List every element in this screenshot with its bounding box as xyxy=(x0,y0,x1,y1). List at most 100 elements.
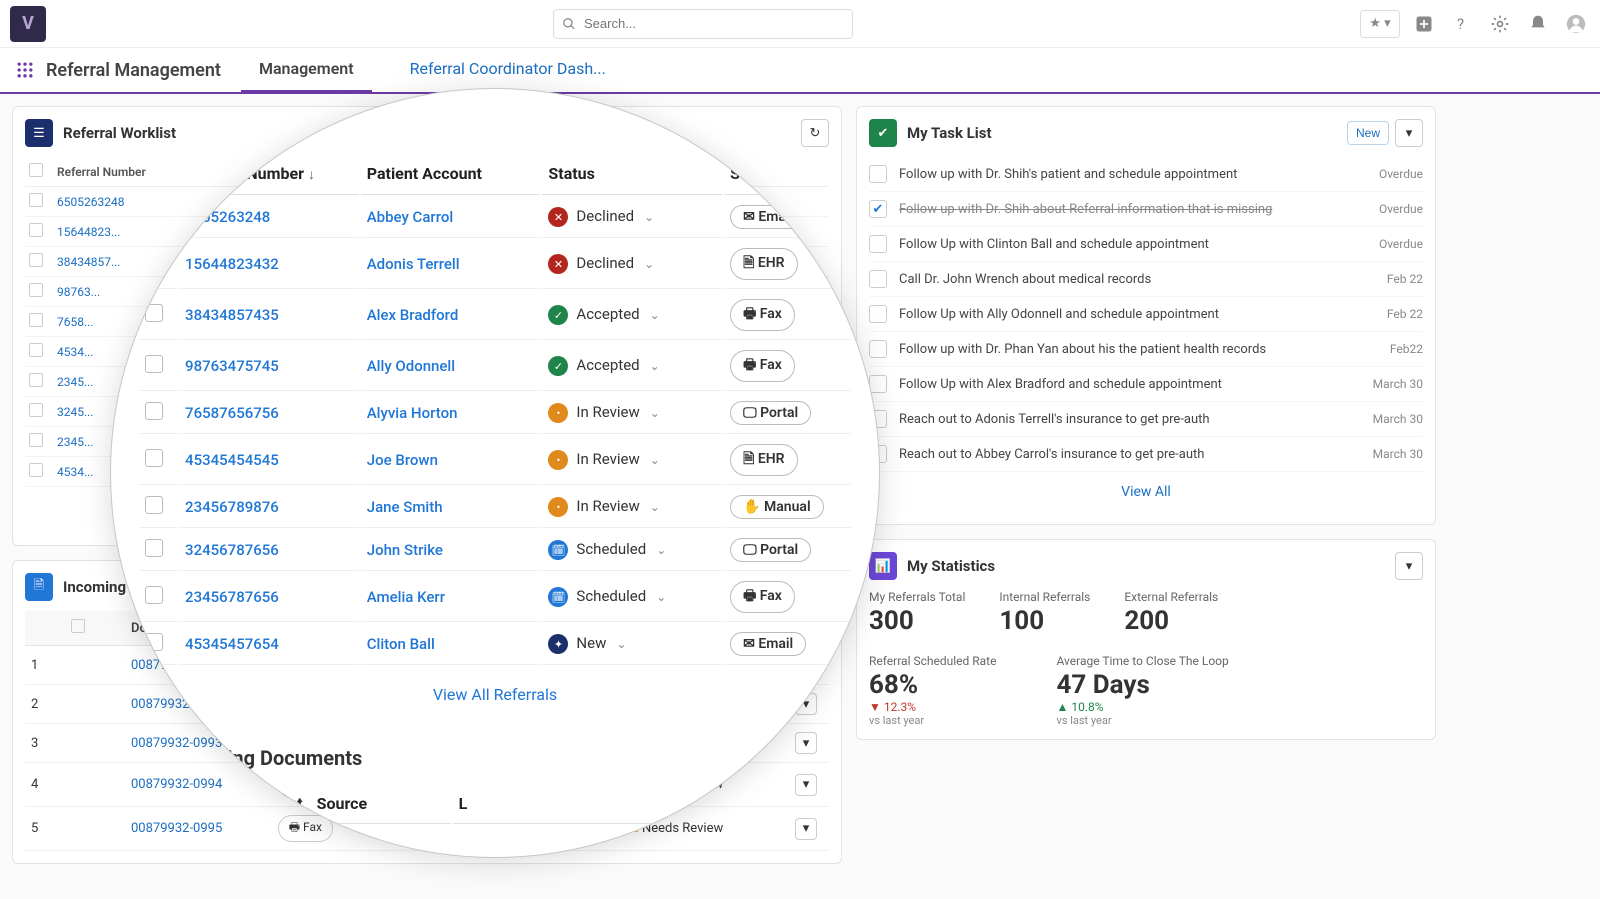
bell-icon[interactable] xyxy=(1524,10,1552,38)
status-caret-icon[interactable]: ⌄ xyxy=(644,257,654,271)
row-checkbox[interactable] xyxy=(29,223,43,237)
zoom-patient-link[interactable]: Alyvia Horton xyxy=(361,393,541,434)
zoom-referral-number[interactable]: 45345454545 xyxy=(179,436,359,485)
zoom-patient-link[interactable]: Joe Brown xyxy=(361,436,541,485)
zoom-patient-link[interactable]: Cliton Ball xyxy=(361,624,541,665)
row-checkbox[interactable] xyxy=(29,433,43,447)
zoom-row-checkbox[interactable] xyxy=(145,586,163,604)
zoom-row-checkbox[interactable] xyxy=(145,355,163,373)
status-caret-icon[interactable]: ⌄ xyxy=(644,210,654,224)
task-row[interactable]: Reach out to Abbey Carrol's insurance to… xyxy=(869,437,1423,472)
task-text: Reach out to Abbey Carrol's insurance to… xyxy=(899,447,1373,462)
nav-row: Referral Management Management Referral … xyxy=(0,48,1600,94)
task-row[interactable]: Follow Up with Clinton Ball and schedule… xyxy=(869,227,1423,262)
zoom-patient-link[interactable]: Alex Bradford xyxy=(361,291,541,340)
tab-management[interactable]: Management xyxy=(241,47,372,93)
zoom-patient-link[interactable]: Abbey Carrol xyxy=(361,197,541,238)
zoom-patient-link[interactable]: Amelia Kerr xyxy=(361,573,541,622)
help-icon[interactable]: ? xyxy=(1448,10,1476,38)
tasklist-menu[interactable]: ▾ xyxy=(1395,119,1423,147)
zoom-row-checkbox[interactable] xyxy=(145,539,163,557)
row-checkbox[interactable] xyxy=(29,283,43,297)
status-caret-icon[interactable]: ⌄ xyxy=(656,543,666,557)
status-caret-icon[interactable]: ⌄ xyxy=(616,637,626,651)
task-row[interactable]: Follow Up with Ally Odonnell and schedul… xyxy=(869,297,1423,332)
zoom-row-checkbox[interactable] xyxy=(145,253,163,271)
zoom-patient-link[interactable]: Jane Smith xyxy=(361,487,541,528)
task-due: Feb 22 xyxy=(1387,307,1423,321)
status-caret-icon[interactable]: ⌄ xyxy=(650,453,660,467)
app-name: Referral Management xyxy=(46,60,221,81)
task-row[interactable]: Call Dr. John Wrench about medical recor… xyxy=(869,262,1423,297)
row-checkbox[interactable] xyxy=(29,463,43,477)
zoom-referral-row[interactable]: 32456787656 John Strike 🗓Scheduled⌄ 🖵 Po… xyxy=(139,530,851,571)
zoom-referral-row[interactable]: 6505263248 Abbey Carrol ✕Declined⌄ ✉ Ema… xyxy=(139,197,851,238)
zoom-select-all[interactable] xyxy=(145,162,163,180)
zoom-row-checkbox[interactable] xyxy=(145,402,163,420)
favorites-icon[interactable]: ★ ▾ xyxy=(1360,10,1400,38)
zoom-patient-link[interactable]: Adonis Terrell xyxy=(361,240,541,289)
zoom-referral-number[interactable]: 76587656756 xyxy=(179,393,359,434)
zoom-referral-row[interactable]: 15644823432 Adonis Terrell ✕Declined⌄ 🗎 … xyxy=(139,240,851,289)
sort-arrow-icon[interactable]: ↓ xyxy=(308,167,315,183)
row-checkbox[interactable] xyxy=(29,403,43,417)
zoom-referral-number[interactable]: 45345457654 xyxy=(179,624,359,665)
task-row[interactable]: Reach out to Adonis Terrell's insurance … xyxy=(869,402,1423,437)
tasks-view-all[interactable]: View All xyxy=(1121,484,1171,500)
avatar[interactable] xyxy=(1562,10,1590,38)
zoom-source-pill: 🖶 Fax xyxy=(730,299,795,331)
task-row[interactable]: Follow up with Dr. Shih's patient and sc… xyxy=(869,157,1423,192)
search-box[interactable] xyxy=(553,9,853,39)
zoom-patient-link[interactable]: John Strike xyxy=(361,530,541,571)
row-checkbox[interactable] xyxy=(29,343,43,357)
zoom-row-checkbox[interactable] xyxy=(145,206,163,224)
task-due: Feb 22 xyxy=(1387,272,1423,286)
stats-menu[interactable]: ▾ xyxy=(1395,552,1423,580)
row-checkbox[interactable] xyxy=(29,373,43,387)
zoom-patient-link[interactable]: Ally Odonnell xyxy=(361,342,541,391)
zoom-view-all-referrals[interactable]: View All Referrals xyxy=(433,685,557,704)
zoom-referral-number[interactable]: 98763475745 xyxy=(179,342,359,391)
search-input[interactable] xyxy=(584,16,844,31)
task-row[interactable]: Follow up with Dr. Phan Yan about his th… xyxy=(869,332,1423,367)
doc-index: 1 xyxy=(25,646,65,685)
task-text: Call Dr. John Wrench about medical recor… xyxy=(899,272,1387,287)
zoom-referral-row[interactable]: 98763475745 Ally Odonnell ✓Accepted⌄ 🖶 F… xyxy=(139,342,851,391)
add-icon[interactable] xyxy=(1410,10,1438,38)
zoom-row-checkbox[interactable] xyxy=(145,633,163,651)
zoom-referral-row[interactable]: 45345454545 Joe Brown •In Review⌄ 🗎 EHR xyxy=(139,436,851,485)
zoom-referral-number[interactable]: 23456789876 xyxy=(179,487,359,528)
zoom-referral-row[interactable]: 23456789876 Jane Smith •In Review⌄ ✋ Man… xyxy=(139,487,851,528)
row-checkbox[interactable] xyxy=(29,253,43,267)
task-row[interactable]: ✔Follow up with Dr. Shih about Referral … xyxy=(869,192,1423,227)
zoom-referral-row[interactable]: 38434857435 Alex Bradford ✓Accepted⌄ 🖶 F… xyxy=(139,291,851,340)
row-checkbox[interactable] xyxy=(29,313,43,327)
zoom-row-checkbox[interactable] xyxy=(145,304,163,322)
tab-coordinator-dash[interactable]: Referral Coordinator Dash... xyxy=(392,47,624,93)
zoom-referral-row[interactable]: 23456787656 Amelia Kerr 🗓Scheduled⌄ 🖶 Fa… xyxy=(139,573,851,622)
zoom-status: ✕Declined⌄ xyxy=(542,240,722,289)
gear-icon[interactable] xyxy=(1486,10,1514,38)
app-launcher-icon[interactable] xyxy=(12,57,38,83)
task-row[interactable]: Follow Up with Alex Bradford and schedul… xyxy=(869,367,1423,402)
status-caret-icon[interactable]: ⌄ xyxy=(650,308,660,322)
new-task-button[interactable]: New xyxy=(1347,121,1389,145)
status-caret-icon[interactable]: ⌄ xyxy=(650,406,660,420)
zoom-source-pill: 🖵 Portal xyxy=(730,401,811,425)
zoom-referral-number[interactable]: 15644823432 xyxy=(179,240,359,289)
zoom-row-checkbox[interactable] xyxy=(145,496,163,514)
status-caret-icon[interactable]: ⌄ xyxy=(650,359,660,373)
stat-close-loop: Average Time to Close The Loop 47 Days ▲… xyxy=(1056,654,1228,727)
status-dot-icon: ✓ xyxy=(548,356,568,376)
zoom-referral-number[interactable]: 6505263248 xyxy=(179,197,359,238)
zoom-referral-row[interactable]: 45345457654 Cliton Ball ✦New⌄ ✉ Email xyxy=(139,624,851,665)
zoom-row-checkbox[interactable] xyxy=(145,449,163,467)
zoom-referral-number[interactable]: 38434857435 xyxy=(179,291,359,340)
zoom-status: 🗓Scheduled⌄ xyxy=(542,573,722,622)
status-caret-icon[interactable]: ⌄ xyxy=(656,590,666,604)
status-caret-icon[interactable]: ⌄ xyxy=(650,500,660,514)
row-checkbox[interactable] xyxy=(29,193,43,207)
zoom-referral-row[interactable]: 76587656756 Alyvia Horton •In Review⌄ 🖵 … xyxy=(139,393,851,434)
zoom-referral-number[interactable]: 23456787656 xyxy=(179,573,359,622)
zoom-referral-number[interactable]: 32456787656 xyxy=(179,530,359,571)
